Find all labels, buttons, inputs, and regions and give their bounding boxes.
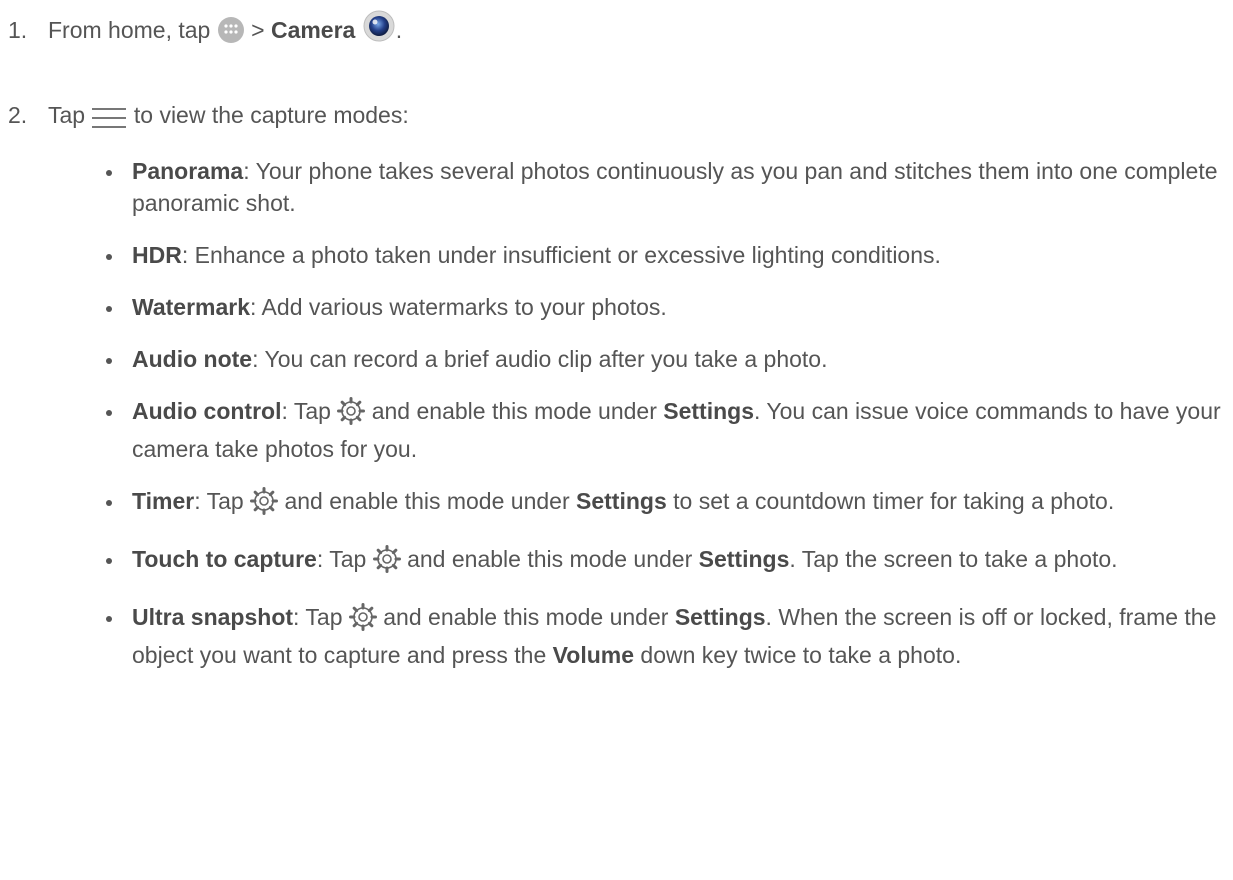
mode-desc: : Your phone takes several photos contin… (132, 158, 1218, 216)
mode-tap: : Tap (316, 546, 367, 572)
list-item: Watermark: Add various watermarks to you… (96, 291, 1221, 323)
settings-label: Settings (674, 604, 766, 630)
mode-tap: : Tap (194, 488, 244, 514)
apps-icon (217, 16, 245, 52)
mode-mid: and enable this mode under (284, 488, 570, 514)
period: . (395, 17, 403, 43)
list-item: Touch to capture: Tap and enable this mo… (96, 543, 1221, 581)
list-item: HDR: Enhance a photo taken under insuffi… (96, 239, 1221, 271)
list-item: Ultra snapshot: Tap and enable this mode… (96, 601, 1221, 671)
mode-tap: : Tap (281, 398, 331, 424)
mode-desc: : Add various watermarks to your photos. (250, 294, 667, 320)
settings-label: Settings (663, 398, 754, 424)
instructions-page: 1. From home, tap > Camera . 2. Tap to v… (0, 0, 1233, 880)
mode-name: Watermark (132, 294, 251, 320)
mode-desc: : You can record a brief audio clip afte… (252, 346, 828, 372)
step-1: 1. From home, tap > Camera . (8, 10, 402, 52)
mode-mid: and enable this mode under (383, 604, 669, 630)
mode-name: Ultra snapshot (132, 604, 294, 630)
mode-rest: to set a countdown timer for taking a ph… (666, 488, 1115, 514)
list-item: Panorama: Your phone takes several photo… (96, 155, 1221, 219)
mode-name: Panorama (132, 158, 244, 184)
list-item: Timer: Tap and enable this mode under Se… (96, 485, 1221, 523)
step-text-2: to view the capture modes: (133, 102, 409, 128)
step-number: 2. (8, 102, 28, 128)
settings-label: Settings (576, 488, 667, 514)
settings-gear-icon (348, 603, 377, 639)
step-text: From home, tap (48, 17, 211, 43)
mode-mid: and enable this mode under (371, 398, 657, 424)
camera-label: Camera (270, 17, 356, 43)
menu-icon (91, 105, 127, 137)
mode-rest-2: down key twice to take a photo. (634, 642, 962, 668)
mode-name: Audio control (132, 398, 282, 424)
mode-desc: : Enhance a photo taken under insufficie… (181, 242, 941, 268)
camera-app-icon (362, 10, 396, 52)
volume-label: Volume (552, 642, 635, 668)
capture-modes-list: Panorama: Your phone takes several photo… (96, 155, 1221, 691)
settings-gear-icon (337, 397, 366, 433)
settings-label: Settings (698, 546, 790, 572)
list-item: Audio control: Tap and enable this mode … (96, 395, 1221, 465)
mode-name: HDR (132, 242, 182, 268)
step-text: Tap (48, 102, 86, 128)
list-item: Audio note: You can record a brief audio… (96, 343, 1221, 375)
step-number: 1. (8, 17, 28, 43)
step-2: 2. Tap to view the capture modes: (8, 99, 409, 137)
mode-name: Timer (132, 488, 195, 514)
mode-name: Audio note (132, 346, 253, 372)
settings-gear-icon (250, 487, 279, 523)
settings-gear-icon (372, 545, 401, 581)
mode-name: Touch to capture (132, 546, 317, 572)
mode-mid: and enable this mode under (407, 546, 693, 572)
mode-rest: . Tap the screen to take a photo. (789, 546, 1118, 572)
mode-tap: : Tap (293, 604, 343, 630)
separator: > (251, 17, 265, 43)
